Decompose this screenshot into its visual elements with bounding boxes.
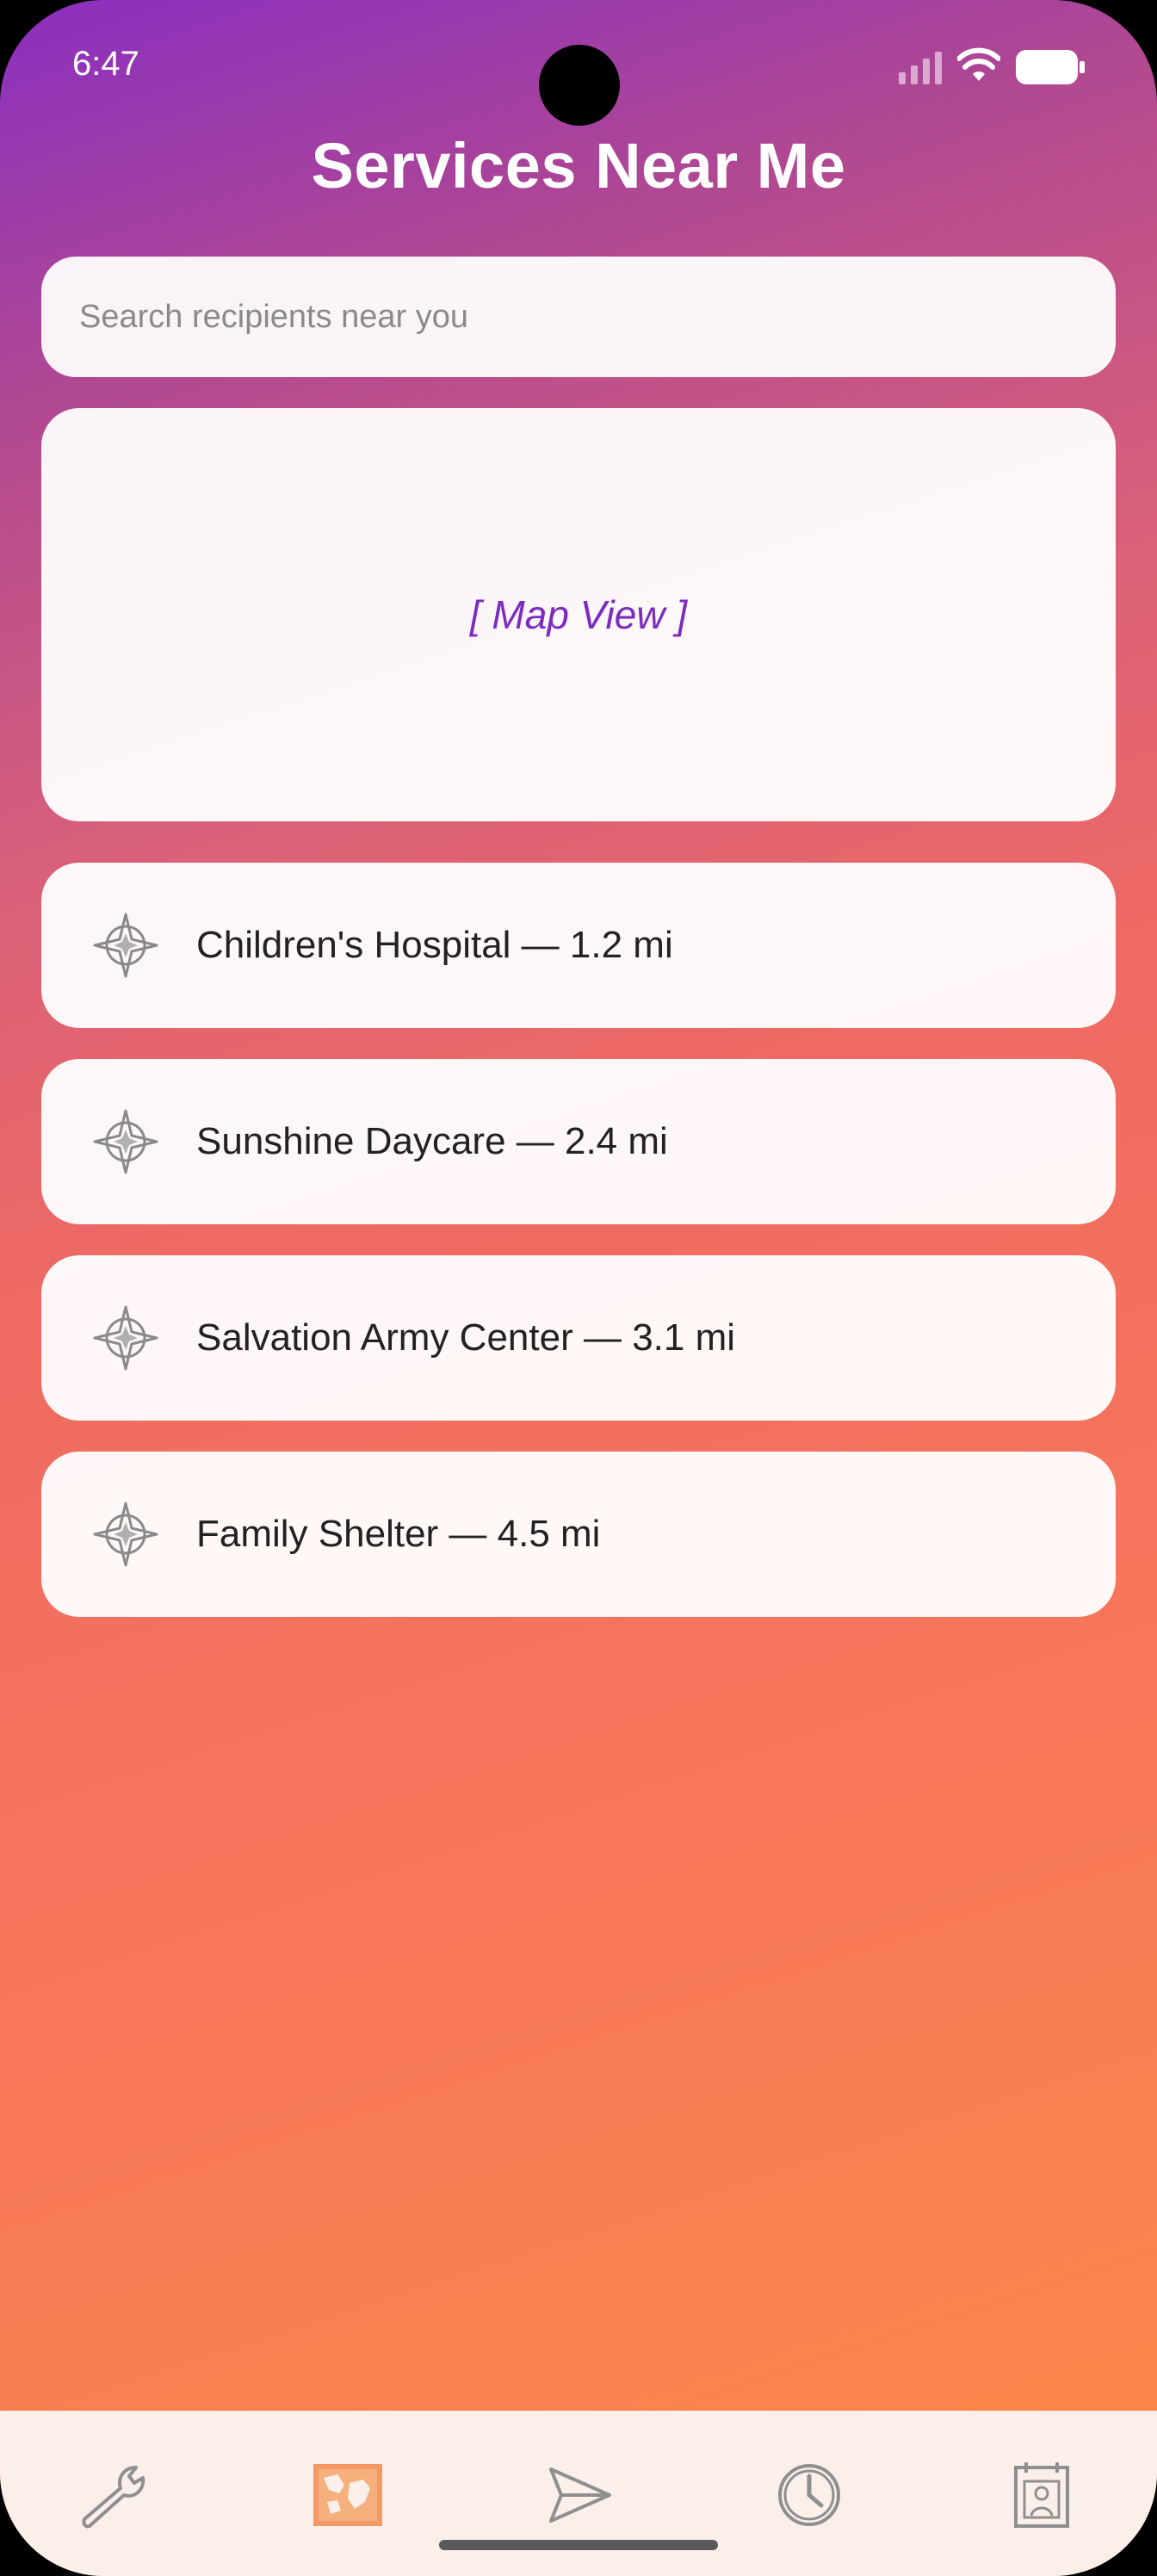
send-icon[interactable]	[537, 2459, 620, 2531]
signal-icon	[899, 52, 942, 84]
search-input[interactable]	[77, 297, 1116, 337]
compass-rose-icon	[93, 1109, 158, 1174]
compass-rose-icon	[93, 1305, 158, 1371]
map-view[interactable]: [ Map View ]	[41, 408, 1116, 821]
wrench-icon[interactable]	[74, 2459, 157, 2531]
search-field[interactable]	[41, 257, 1116, 377]
bottom-tab-bar	[0, 2411, 1157, 2576]
wifi-icon	[957, 47, 1000, 81]
list-item-label: Sunshine Daycare — 2.4 mi	[196, 1120, 668, 1162]
map-icon[interactable]	[306, 2459, 389, 2531]
home-indicator[interactable]	[439, 2540, 718, 2550]
camera-cutout	[539, 45, 620, 126]
page-title: Services Near Me	[311, 130, 846, 201]
compass-rose-icon	[93, 913, 158, 978]
clock-icon[interactable]	[768, 2459, 851, 2531]
list-item-label: Salvation Army Center — 3.1 mi	[196, 1316, 736, 1359]
list-item-label: Children's Hospital — 1.2 mi	[196, 924, 673, 966]
compass-rose-icon	[93, 1502, 158, 1567]
map-view-label: [ Map View ]	[469, 592, 688, 637]
list-item[interactable]: Salvation Army Center — 3.1 mi	[41, 1255, 1116, 1421]
app-screen: 6:47 Services Near Me [ Map View ]	[0, 0, 1157, 2576]
list-item[interactable]: Family Shelter — 4.5 mi	[41, 1452, 1116, 1617]
battery-icon	[1016, 50, 1085, 84]
list-item-label: Family Shelter — 4.5 mi	[196, 1513, 601, 1555]
status-time: 6:47	[72, 45, 139, 83]
contact-calendar-icon[interactable]	[1000, 2459, 1083, 2531]
status-bar: 6:47	[0, 0, 1157, 138]
list-item[interactable]: Children's Hospital — 1.2 mi	[41, 863, 1116, 1028]
list-item[interactable]: Sunshine Daycare — 2.4 mi	[41, 1059, 1116, 1224]
